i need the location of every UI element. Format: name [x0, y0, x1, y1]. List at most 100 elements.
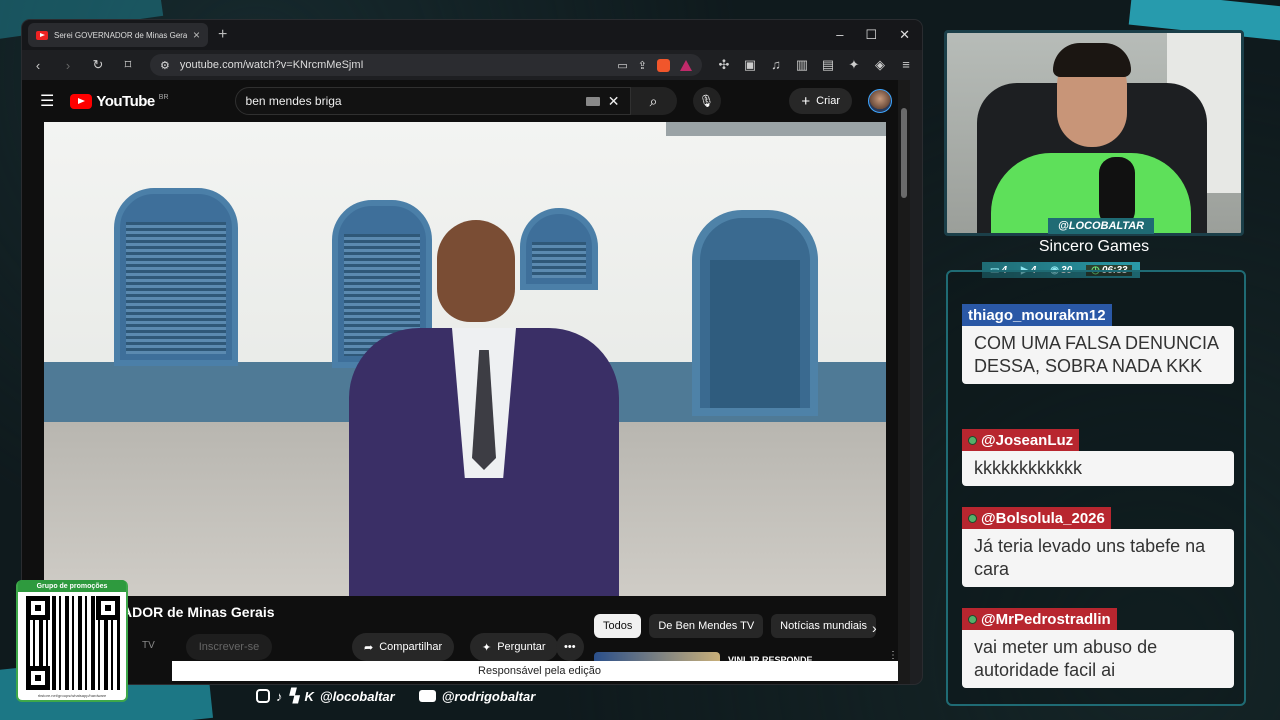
qr-header: Grupo de promoções: [18, 580, 126, 592]
chat-username: @Bolsolula_2026: [962, 507, 1111, 529]
chip-world-news[interactable]: Notícias mundiais: [771, 614, 876, 638]
close-window-icon[interactable]: ✕: [899, 27, 910, 43]
channel-name[interactable]: TV: [142, 640, 155, 651]
social-links: ♪ ▚ K @locobaltar @rodrigobaltar: [256, 688, 535, 704]
chat-username: thiago_mourakm12: [962, 304, 1112, 326]
reload-icon[interactable]: ↻: [90, 57, 106, 73]
keyboard-icon[interactable]: [585, 96, 600, 106]
leo-ai-icon[interactable]: ✦: [846, 57, 862, 73]
scrollbar[interactable]: [898, 80, 910, 684]
browser-tab[interactable]: Serei GOVERNADOR de Minas Gerais ×: [28, 23, 208, 47]
minimize-icon[interactable]: –: [836, 27, 843, 43]
maximize-icon[interactable]: ☐: [865, 27, 877, 43]
webcam-handle-tag: @LOCOBALTAR: [1048, 218, 1155, 234]
hamburger-menu-icon[interactable]: ☰: [40, 91, 54, 111]
wallet-icon[interactable]: ▤: [820, 57, 836, 73]
bookmark-icon[interactable]: ⌑: [120, 57, 136, 73]
social-handle-2: @rodrigobaltar: [441, 688, 536, 704]
scrollbar-thumb[interactable]: [901, 108, 907, 198]
window-controls: – ☐ ✕: [836, 27, 922, 43]
share-label: Compartilhar: [379, 641, 443, 653]
create-button[interactable]: + Criar: [789, 88, 852, 114]
share-icon[interactable]: ⇪: [638, 59, 647, 72]
youtube-header: ☰ YouTube BR ben mendes briga ✕ ⌕ 🎙 + Cr…: [22, 80, 910, 122]
tiktok-icon: ♪: [276, 688, 283, 704]
more-horizontal-icon: •••: [564, 641, 576, 653]
badge-icon: [968, 435, 977, 445]
webcam-feed: [944, 30, 1244, 236]
chat-message: @JoseanLuz kkkkkkkkkkkk: [962, 429, 1234, 486]
close-tab-icon[interactable]: ×: [193, 28, 200, 42]
menu-icon[interactable]: ≡: [898, 57, 914, 73]
search-query: ben mendes briga: [245, 94, 342, 108]
chat-message: @MrPedrostradlin vai meter um abuso de a…: [962, 608, 1234, 688]
video-player[interactable]: [44, 122, 886, 596]
video-frame-presenter: [349, 220, 619, 596]
social-handle-1: @locobaltar: [319, 688, 395, 704]
video-frame-window: [114, 188, 238, 366]
youtube-page: ☰ YouTube BR ben mendes briga ✕ ⌕ 🎙 + Cr…: [22, 80, 910, 684]
sidebar-icon[interactable]: ▥: [794, 57, 810, 73]
tab-title: Serei GOVERNADOR de Minas Gerais: [54, 30, 187, 40]
share-button[interactable]: ➦ Compartilhar: [352, 633, 455, 661]
youtube-icon: [418, 690, 436, 702]
navigation-bar: ‹ › ↻ ⌑ ⚙ youtube.com/watch?v=KNrcmMeSjm…: [22, 50, 922, 80]
twitch-icon: ▚: [288, 688, 299, 703]
badge-icon: [968, 614, 977, 624]
youtube-favicon-icon: [36, 30, 48, 40]
qr-code: [26, 596, 120, 690]
ask-button[interactable]: ✦ Perguntar: [470, 633, 558, 661]
search-button[interactable]: ⌕: [630, 87, 677, 115]
avatar[interactable]: [868, 89, 892, 113]
address-bar[interactable]: ⚙ youtube.com/watch?v=KNrcmMeSjmI ▭ ⇪: [150, 54, 702, 76]
chat-text: Já teria levado uns tabefe na cara: [962, 529, 1234, 587]
url-text: youtube.com/watch?v=KNrcmMeSjmI: [179, 59, 364, 71]
ask-label: Perguntar: [497, 641, 546, 653]
video-title: ADOR de Minas Gerais: [122, 604, 275, 620]
video-frame-roof: [666, 122, 886, 136]
chat-username: @JoseanLuz: [962, 429, 1080, 451]
video-frame-door: [692, 210, 818, 416]
chat-text: kkkkkkkkkkkk: [962, 451, 1234, 486]
chip-channel[interactable]: De Ben Mendes TV: [649, 614, 764, 638]
chat-panel: thiago_mourakm12 COM UMA FALSA DENUNCIA …: [946, 270, 1246, 706]
extensions-icon[interactable]: ✣: [716, 57, 732, 73]
vpn-icon[interactable]: ◈: [872, 57, 888, 73]
new-tab-icon[interactable]: +: [218, 26, 227, 44]
youtube-play-icon: [70, 93, 93, 109]
browser-window: Serei GOVERNADOR de Minas Gerais × + – ☐…: [22, 20, 922, 684]
recommendation-chips: Todos De Ben Mendes TV Notícias mundiais: [594, 614, 876, 638]
music-icon[interactable]: ♫: [768, 57, 784, 73]
microphone-icon: 🎙: [698, 94, 715, 108]
back-icon[interactable]: ‹: [30, 58, 46, 73]
search-input[interactable]: ben mendes briga ✕: [234, 87, 631, 115]
tooltip: Responsável pela edição: [172, 661, 907, 681]
forward-icon[interactable]: ›: [60, 58, 76, 73]
share-arrow-icon: ➦: [364, 641, 374, 654]
subscribe-button[interactable]: Inscrever-se: [186, 634, 272, 660]
instagram-icon: [256, 689, 270, 703]
site-info-icon[interactable]: ⚙: [160, 59, 170, 72]
chat-text: vai meter um abuso de autoridade facil a…: [962, 630, 1234, 688]
stream-channel-name: Sincero Games: [1038, 238, 1150, 255]
brave-rewards-icon[interactable]: [680, 59, 692, 71]
tab-bar: Serei GOVERNADOR de Minas Gerais × + – ☐…: [22, 20, 922, 50]
clear-search-icon[interactable]: ✕: [608, 93, 620, 110]
promo-qr-card: Grupo de promoções rbstore.net/groups/wh…: [16, 580, 128, 702]
youtube-wordmark: YouTube: [96, 92, 155, 110]
cast-icon[interactable]: ▭: [617, 59, 627, 72]
qr-footer: rbstore.net/groups/whatsapp/hardware: [37, 693, 107, 698]
kick-icon: K: [304, 688, 314, 704]
create-label: Criar: [816, 95, 840, 107]
chat-text: COM UMA FALSA DENUNCIA DESSA, SOBRA NADA…: [962, 326, 1234, 384]
more-actions-button[interactable]: •••: [556, 633, 584, 661]
chat-username: @MrPedrostradlin: [962, 608, 1117, 630]
youtube-logo[interactable]: YouTube BR: [70, 92, 169, 110]
voice-search-button[interactable]: 🎙: [692, 87, 721, 115]
more-vertical-icon[interactable]: ⋮: [888, 650, 898, 661]
screenshot-icon[interactable]: ▣: [742, 57, 758, 73]
sparkle-icon: ✦: [482, 641, 492, 654]
brave-shield-icon[interactable]: [657, 58, 670, 72]
chevron-right-icon[interactable]: ›: [872, 620, 877, 636]
chip-todos[interactable]: Todos: [594, 614, 642, 638]
